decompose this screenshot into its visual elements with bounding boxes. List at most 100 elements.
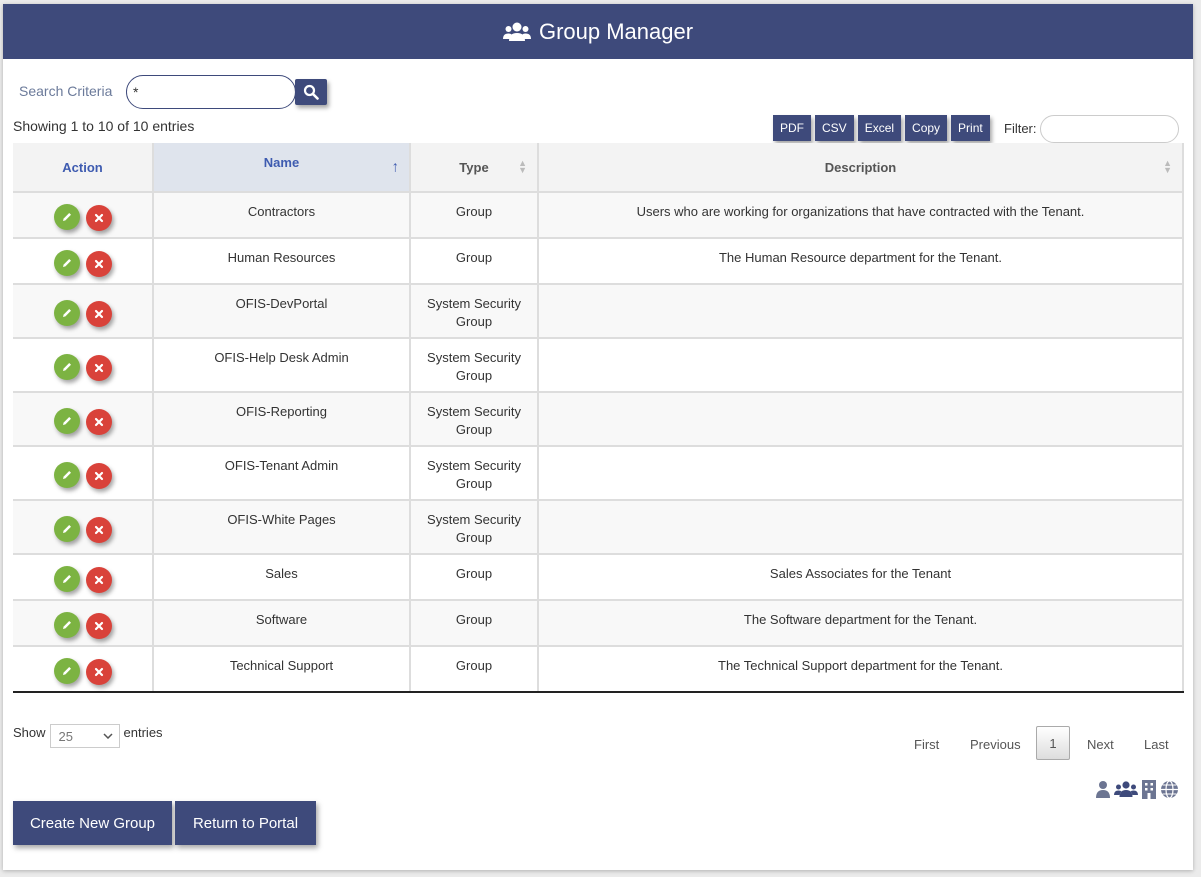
page-title: Group Manager: [538, 18, 694, 44]
edit-button[interactable]: [53, 299, 80, 326]
cell-description: The Software department for the Tenant.: [538, 600, 1184, 647]
cell-type: System Security Group: [410, 338, 539, 393]
delete-button[interactable]: [85, 612, 112, 639]
pagination-previous[interactable]: Previous: [970, 737, 1021, 752]
row-actions: [13, 554, 154, 601]
delete-button[interactable]: [85, 300, 112, 327]
cell-description: Users who are working for organizations …: [538, 192, 1184, 239]
close-icon: [94, 575, 103, 584]
context-icons: [1095, 779, 1179, 799]
building-icon[interactable]: [1141, 779, 1157, 799]
delete-button[interactable]: [85, 250, 112, 277]
pencil-icon: [62, 574, 71, 583]
edit-button[interactable]: [53, 657, 80, 684]
delete-button[interactable]: [85, 408, 112, 435]
chevron-down-icon: [103, 733, 113, 739]
delete-button[interactable]: [85, 204, 112, 231]
row-actions: [13, 392, 154, 447]
pagination-next[interactable]: Next: [1087, 737, 1114, 752]
row-actions: [13, 238, 154, 285]
cell-name: Software: [153, 600, 411, 647]
cell-description: [538, 338, 1184, 393]
copy-button[interactable]: Copy: [905, 115, 948, 141]
pencil-icon: [62, 524, 71, 533]
column-header-name[interactable]: Name ↑: [153, 143, 411, 193]
edit-button[interactable]: [53, 353, 80, 380]
sort-asc-icon: ↑: [391, 158, 400, 176]
delete-button[interactable]: [85, 462, 112, 489]
edit-button[interactable]: [53, 203, 80, 230]
pencil-icon: [62, 258, 71, 267]
edit-button[interactable]: [53, 249, 80, 276]
pagination-first[interactable]: First: [914, 737, 939, 752]
pencil-icon: [62, 620, 71, 629]
excel-button[interactable]: Excel: [857, 115, 902, 141]
column-header-type[interactable]: Type ▲ ▼: [410, 143, 539, 193]
table-row: OFIS-White Pages System Security Group: [13, 500, 1184, 555]
edit-button[interactable]: [53, 565, 80, 592]
cell-description: [538, 500, 1184, 555]
entries-label: entries: [123, 725, 163, 740]
cell-description: The Human Resource department for the Te…: [538, 238, 1184, 285]
page-length-select[interactable]: 25: [49, 724, 120, 748]
table-row: Software Group The Software department f…: [13, 600, 1184, 647]
cell-name: OFIS-Reporting: [153, 392, 411, 447]
cell-description: The Technical Support department for the…: [538, 646, 1184, 693]
search-icon: [303, 84, 319, 100]
row-actions: [13, 446, 154, 501]
delete-button[interactable]: [85, 516, 112, 543]
cell-type: System Security Group: [410, 392, 539, 447]
delete-button[interactable]: [85, 658, 112, 685]
cell-description: [538, 392, 1184, 447]
cell-name: Human Resources: [153, 238, 411, 285]
export-buttons: PDF CSV Excel Copy Print: [773, 115, 990, 141]
edit-button[interactable]: [53, 515, 80, 542]
show-label: Show: [13, 725, 46, 740]
delete-button[interactable]: [85, 354, 112, 381]
table-row: Human Resources Group The Human Resource…: [13, 238, 1184, 285]
pencil-icon: [62, 416, 71, 425]
print-button[interactable]: Print: [951, 115, 990, 141]
users-icon[interactable]: [1114, 780, 1138, 798]
page-header: Group Manager: [3, 4, 1193, 59]
column-header-description[interactable]: Description ▲ ▼: [538, 143, 1184, 193]
edit-button[interactable]: [53, 611, 80, 638]
row-actions: [13, 600, 154, 647]
close-icon: [94, 309, 103, 318]
close-icon: [94, 525, 103, 534]
create-new-group-button[interactable]: Create New Group: [13, 801, 172, 845]
cell-type: Group: [410, 238, 539, 285]
cell-name: Contractors: [153, 192, 411, 239]
close-icon: [94, 259, 103, 268]
cell-description: Sales Associates for the Tenant: [538, 554, 1184, 601]
pencil-icon: [62, 362, 71, 371]
close-icon: [94, 363, 103, 372]
cell-description: [538, 446, 1184, 501]
edit-button[interactable]: [53, 461, 80, 488]
row-actions: [13, 338, 154, 393]
pagination-last[interactable]: Last: [1144, 737, 1169, 752]
search-criteria-label: Search Criteria: [19, 83, 113, 99]
csv-button[interactable]: CSV: [815, 115, 854, 141]
user-icon[interactable]: [1095, 780, 1111, 798]
search-input[interactable]: [126, 75, 296, 109]
edit-button[interactable]: [53, 407, 80, 434]
pdf-button[interactable]: PDF: [773, 115, 811, 141]
group-manager-card: Group Manager Search Criteria Showing 1 …: [3, 4, 1193, 870]
search-button[interactable]: [295, 79, 327, 105]
table-row: Technical Support Group The Technical Su…: [13, 646, 1184, 693]
close-icon: [94, 471, 103, 480]
return-to-portal-button[interactable]: Return to Portal: [175, 801, 316, 845]
delete-button[interactable]: [85, 566, 112, 593]
filter-input[interactable]: [1040, 115, 1179, 143]
cell-type: Group: [410, 192, 539, 239]
table-row: OFIS-DevPortal System Security Group: [13, 284, 1184, 339]
close-icon: [94, 417, 103, 426]
table-row: Sales Group Sales Associates for the Ten…: [13, 554, 1184, 601]
globe-icon[interactable]: [1160, 779, 1179, 799]
pencil-icon: [62, 470, 71, 479]
pagination-page-1[interactable]: 1: [1036, 726, 1070, 760]
groups-table: Action Name ↑ Type ▲ ▼ Description ▲ ▼ Contra…: [13, 143, 1184, 693]
row-actions: [13, 284, 154, 339]
cell-name: Technical Support: [153, 646, 411, 693]
